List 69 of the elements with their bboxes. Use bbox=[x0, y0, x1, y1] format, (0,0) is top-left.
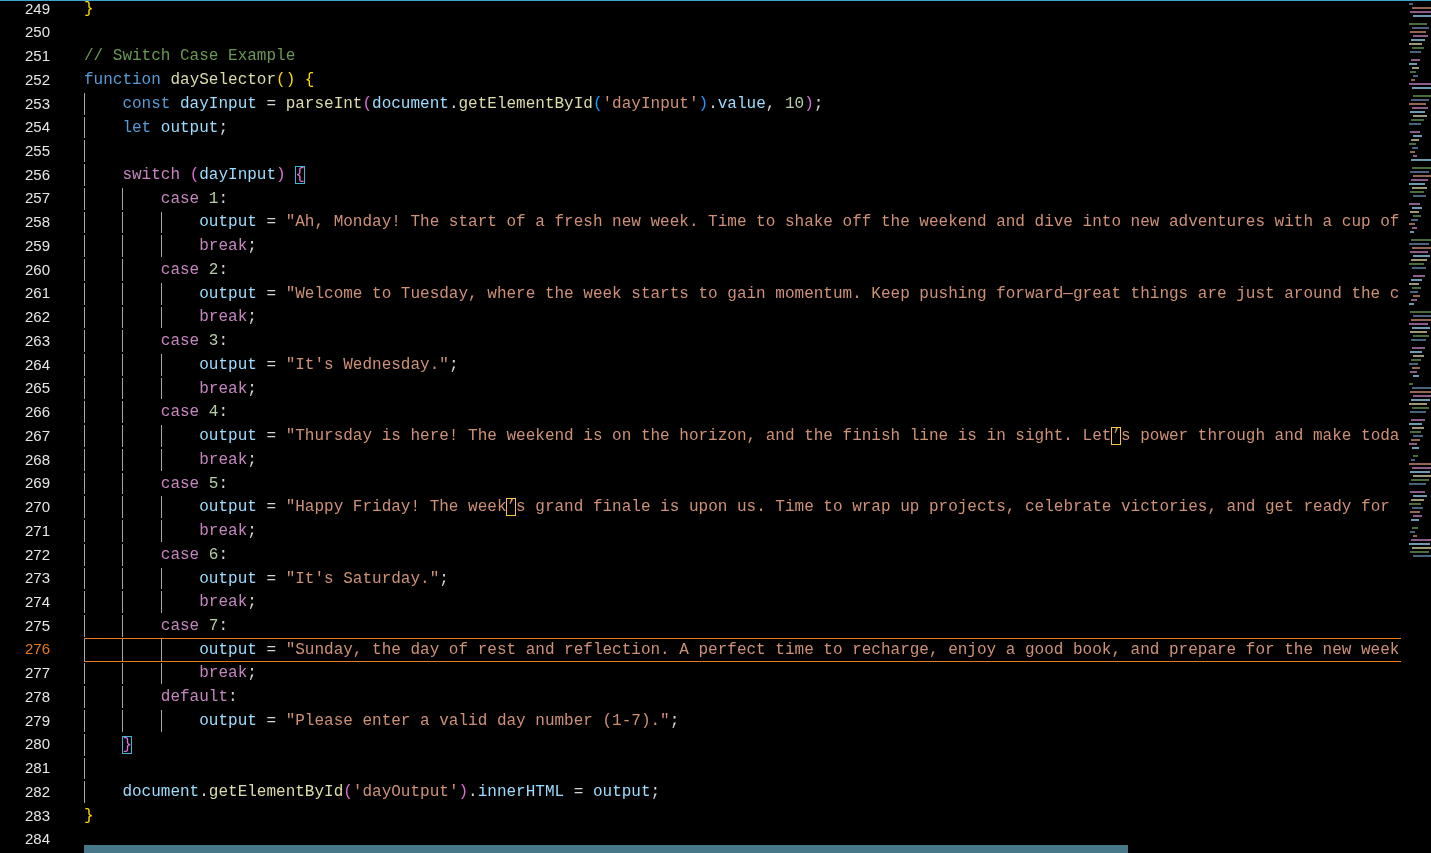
code-line: break; bbox=[84, 661, 1401, 686]
line-number: 279 bbox=[23, 710, 50, 731]
code-line: } bbox=[84, 805, 95, 827]
line-number: 284 bbox=[23, 829, 50, 850]
line-number: 255 bbox=[23, 141, 50, 161]
line-number: 262 bbox=[23, 307, 50, 328]
code-line: break; bbox=[84, 519, 1401, 543]
code-line: break; bbox=[84, 590, 1401, 615]
code-line: break; bbox=[84, 447, 1401, 472]
code-line: const dayInput = parseInt(document.getElementById('dayInput').value, 10); bbox=[84, 91, 1401, 116]
line-number: 256 bbox=[23, 164, 50, 185]
code-line: case 6: bbox=[84, 542, 1401, 567]
line-number: 251 bbox=[23, 46, 50, 67]
code-line: output = "Ah, Monday! The start of a fresh new week. Time to shake off the weekend and dive into new adventures with a cup of bbox=[84, 210, 1401, 235]
line-number: 277 bbox=[23, 663, 50, 684]
line-number: 275 bbox=[23, 615, 50, 636]
line-number: 259 bbox=[23, 235, 50, 256]
line-number: 280 bbox=[23, 734, 50, 755]
line-number: 250 bbox=[23, 22, 50, 43]
line-number: 260 bbox=[23, 259, 50, 280]
line-number: 258 bbox=[23, 212, 50, 233]
line-number: 266 bbox=[23, 402, 50, 423]
code-line: case 7: bbox=[84, 614, 1401, 638]
code-line: output = "Happy Friday! The week’s grand finale is upon us. Time to wrap up projects, celebrate victories, and get ready for bbox=[84, 495, 1401, 520]
code-line: document.getElementById('dayOutput').innerHTML = output; bbox=[84, 780, 1401, 804]
code-line: case 4: bbox=[84, 400, 1401, 425]
code-line: output = "Sunday, the day of rest and reflection. A perfect time to recharge, enjoy a good book, and prepare for the new week bbox=[84, 637, 1401, 662]
line-number: 249 bbox=[23, 0, 50, 19]
line-number: 281 bbox=[23, 758, 50, 779]
line-number: 254 bbox=[23, 117, 50, 138]
line-number: 273 bbox=[23, 568, 50, 589]
code-line: default: bbox=[84, 685, 1401, 710]
code-line: let output; bbox=[84, 115, 1401, 140]
line-number: 257 bbox=[23, 188, 50, 209]
line-number: 253 bbox=[23, 93, 50, 114]
line-number: 282 bbox=[23, 781, 50, 802]
code-line: switch (dayInput) { bbox=[84, 163, 1401, 187]
scrollbar-thumb[interactable] bbox=[84, 845, 1128, 853]
line-number: 283 bbox=[23, 805, 50, 826]
line-number: 252 bbox=[23, 69, 50, 90]
line-number: 272 bbox=[23, 544, 50, 565]
code-line: break; bbox=[84, 305, 1401, 330]
code-line: output = "It's Saturday."; bbox=[84, 566, 1401, 591]
code-line: case 5: bbox=[84, 471, 1401, 496]
code-line: case 3: bbox=[84, 329, 1401, 353]
code-line: break; bbox=[84, 234, 1401, 259]
line-number: 276 bbox=[23, 639, 50, 660]
line-number: 264 bbox=[23, 354, 50, 375]
line-number: 269 bbox=[23, 473, 50, 494]
line-number: 274 bbox=[23, 591, 50, 612]
code-line: // Switch Case Example bbox=[84, 46, 297, 68]
code-line: output = "Thursday is here! The weekend is on the horizon, and the finish line is in sight. Let’s power through and make toda bbox=[84, 424, 1401, 448]
line-number: 268 bbox=[23, 449, 50, 470]
line-number: 261 bbox=[23, 283, 50, 304]
line-number: 271 bbox=[23, 520, 50, 541]
code-line: output = "It's Wednesday."; bbox=[84, 353, 1401, 377]
line-number: 278 bbox=[23, 686, 50, 707]
line-number: 270 bbox=[23, 497, 50, 518]
code-line: output = "Please enter a valid day number (1-7)."; bbox=[84, 709, 1401, 733]
code-line: break; bbox=[84, 376, 1401, 401]
code-line: } bbox=[84, 732, 1401, 757]
code-line: output = "Welcome to Tuesday, where the week starts to gain momentum. Keep pushing forward—great things are just around the c bbox=[84, 281, 1401, 306]
line-number: 267 bbox=[23, 425, 50, 446]
line-number: 265 bbox=[23, 378, 50, 399]
code-line: } bbox=[84, 0, 95, 20]
code-line: function daySelector() { bbox=[84, 70, 316, 92]
line-number: 263 bbox=[23, 330, 50, 351]
code-line: case 1: bbox=[84, 186, 1401, 211]
code-line: case 2: bbox=[84, 258, 1401, 282]
